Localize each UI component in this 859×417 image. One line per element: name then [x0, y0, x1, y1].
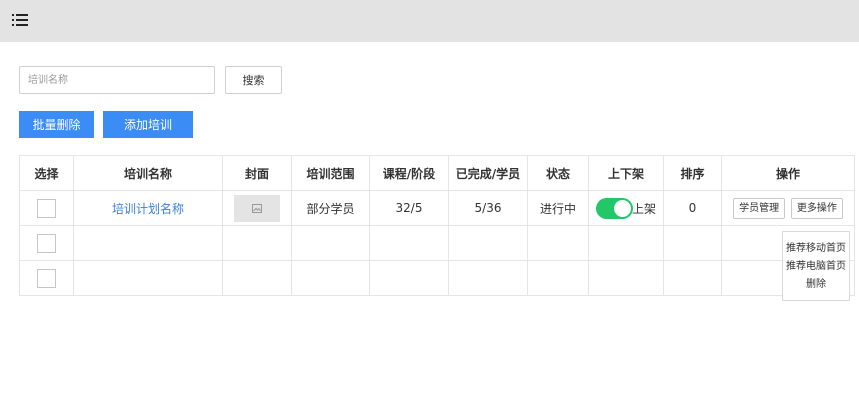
header-cover: 封面 [222, 155, 292, 191]
shelf-toggle-label: 上架 [631, 201, 656, 216]
header-status: 状态 [527, 155, 589, 191]
shelf-toggle[interactable] [595, 197, 633, 219]
actions-cell: 学员管理 更多操作 [721, 190, 855, 226]
image-placeholder-icon [252, 203, 262, 213]
header-scope: 培训范围 [291, 155, 370, 191]
more-actions-dropdown: 推荐移动首页 推荐电脑首页 删除 [782, 231, 850, 301]
select-cell [19, 225, 74, 261]
search-input[interactable] [19, 66, 215, 94]
header-select: 选择 [19, 155, 74, 191]
training-name-link[interactable]: 培训计划名称 [112, 202, 184, 216]
scope-cell: 部分学员 [291, 190, 370, 226]
search-button[interactable]: 搜索 [225, 66, 282, 94]
recommend-pc-home-item[interactable]: 推荐电脑首页 [783, 258, 849, 276]
table-row: 培训计划名称 部分学员 32/5 5/36 进行中 上架 0 学员管理 更多操作 [19, 190, 855, 226]
delete-item[interactable]: 删除 [783, 276, 849, 294]
shelf-cell: 上架 [588, 190, 664, 226]
batch-delete-button[interactable]: 批量删除 [19, 111, 94, 138]
row-checkbox[interactable] [37, 233, 56, 253]
recommend-mobile-home-item[interactable]: 推荐移动首页 [783, 240, 849, 258]
add-training-button[interactable]: 添加培训 [103, 111, 193, 138]
row-checkbox[interactable] [37, 268, 56, 288]
header-courses: 课程/阶段 [369, 155, 449, 191]
toggle-knob [613, 199, 631, 217]
top-bar [0, 0, 859, 42]
more-actions-button[interactable]: 更多操作 [790, 197, 843, 219]
cover-cell [222, 190, 292, 226]
header-order: 排序 [663, 155, 722, 191]
table-row [19, 225, 855, 261]
order-cell: 0 [663, 190, 722, 226]
training-table: 选择 培训名称 封面 培训范围 课程/阶段 已完成/学员 状态 上下架 排序 操… [19, 155, 855, 296]
row-checkbox[interactable] [37, 198, 56, 218]
table-header-row: 选择 培训名称 封面 培训范围 课程/阶段 已完成/学员 状态 上下架 排序 操… [19, 155, 855, 191]
header-name: 培训名称 [73, 155, 223, 191]
header-actions: 操作 [721, 155, 855, 191]
courses-cell: 32/5 [369, 190, 449, 226]
header-completed: 已完成/学员 [448, 155, 528, 191]
name-cell: 培训计划名称 [73, 190, 223, 226]
status-cell: 进行中 [527, 190, 589, 226]
select-cell [19, 260, 74, 296]
select-cell [19, 190, 74, 226]
header-shelf: 上下架 [588, 155, 664, 191]
list-menu-icon[interactable] [12, 12, 28, 28]
table-row [19, 260, 855, 296]
cover-thumbnail[interactable] [234, 194, 280, 222]
student-manage-button[interactable]: 学员管理 [733, 197, 786, 219]
completed-cell: 5/36 [448, 190, 528, 226]
